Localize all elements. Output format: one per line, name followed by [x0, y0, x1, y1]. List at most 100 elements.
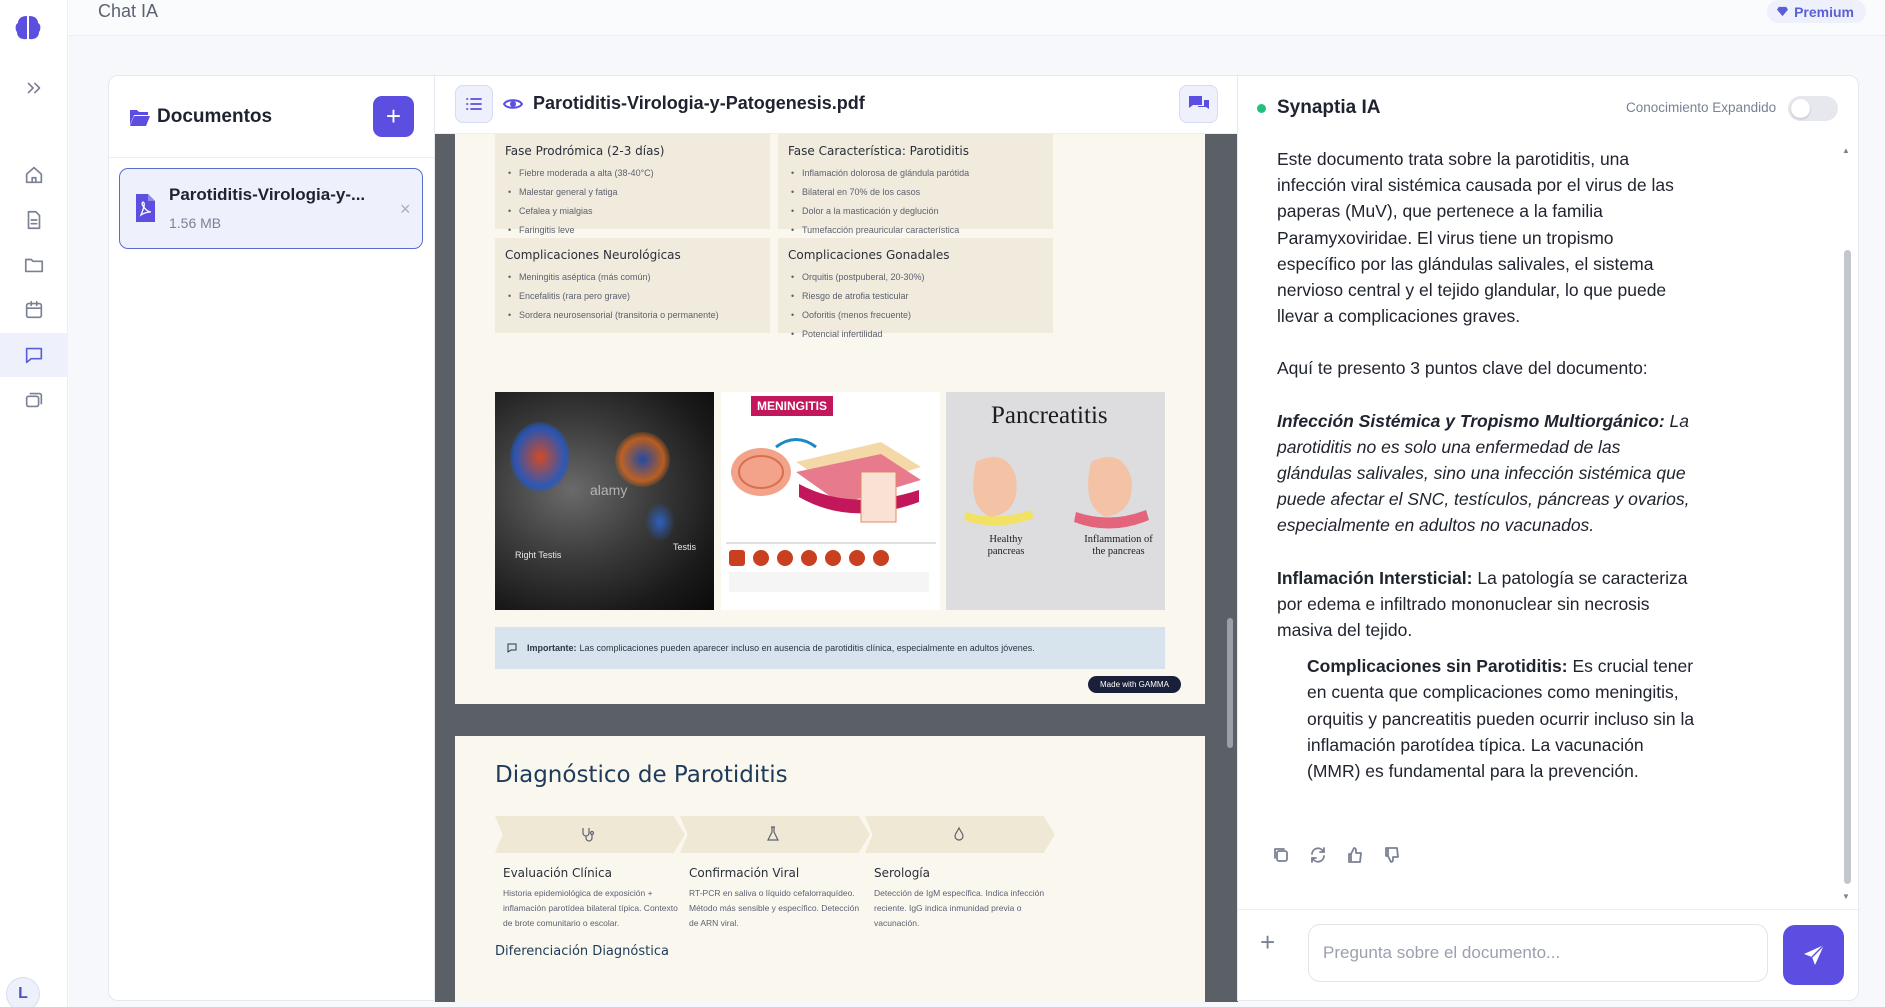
copy-icon	[1274, 848, 1288, 862]
thumbs-up-button[interactable]	[1343, 843, 1367, 867]
premium-label: Premium	[1794, 3, 1854, 20]
documents-header: Documentos +	[109, 76, 435, 158]
nav-documents[interactable]	[0, 198, 68, 242]
nav-home[interactable]	[0, 153, 68, 197]
viewer-scrollbar[interactable]	[1226, 138, 1234, 998]
info-box-title: Fase Prodrómica (2-3 días)	[505, 144, 665, 158]
page-subheading: Diferenciación Diagnóstica	[495, 944, 669, 959]
info-box-title: Complicaciones Gonadales	[788, 248, 950, 262]
user-avatar[interactable]: L	[6, 977, 40, 1007]
meningitis-infographic: MENINGITIS	[721, 392, 940, 610]
nav-folders[interactable]	[0, 243, 68, 287]
send-icon	[1803, 944, 1825, 965]
regenerate-button[interactable]	[1306, 843, 1330, 867]
ultrasound-image: Right Testis Testis alamy	[495, 392, 714, 610]
step-text: Historia epidemiológica de exposición + …	[503, 888, 678, 928]
list-icon	[466, 98, 482, 110]
chevrons-right-icon	[27, 82, 41, 94]
page-heading: Diagnóstico de Parotiditis	[495, 762, 788, 788]
copy-button[interactable]	[1269, 843, 1293, 867]
chat-bubbles-icon	[1188, 96, 1209, 109]
ultrasound-label-left: Right Testis	[515, 550, 562, 560]
pdf-viewer: Parotiditis-Virologia-y-Patogenesis.pdf …	[434, 75, 1238, 1002]
info-box-item: Sordera neurosensorial (transitoria o pe…	[505, 306, 760, 325]
info-box-item: Malestar general y fatiga	[505, 183, 760, 202]
point-title: Infección Sistémica y Tropismo Multiorgá…	[1277, 410, 1665, 431]
gamma-badge[interactable]: Made with GAMMA	[1088, 676, 1181, 693]
documents-title: Documentos	[157, 106, 273, 127]
pdf-icon	[136, 194, 155, 222]
pancreas-illustration	[964, 457, 1149, 529]
expand-sidebar-button[interactable]	[0, 66, 68, 110]
brain-logo-icon[interactable]	[13, 13, 43, 43]
important-note: Importante: Las complicaciones pueden ap…	[495, 627, 1165, 669]
flask-icon	[767, 826, 779, 841]
attach-button[interactable]: +	[1260, 927, 1275, 958]
ultrasound-watermark: alamy	[590, 482, 628, 498]
info-box-item: Dolor a la masticación y deglución	[788, 202, 1043, 221]
info-box: Fase Característica: Parotiditis Inflama…	[778, 134, 1053, 240]
info-box-item: Meningitis aséptica (más común)	[505, 268, 760, 287]
info-box: Complicaciones Neurológicas Meningitis a…	[495, 238, 770, 333]
pdf-pages-area[interactable]: Fase Prodrómica (2-3 días) Fiebre modera…	[435, 134, 1238, 1002]
calendar-icon	[25, 300, 43, 319]
message-lead: Aquí te presento 3 puntos clave del docu…	[1277, 358, 1648, 379]
page-title: Chat IA	[98, 1, 159, 21]
point-title: Inflamación Intersticial:	[1277, 567, 1473, 588]
send-button[interactable]	[1783, 925, 1844, 985]
thumbs-up-icon	[1348, 847, 1362, 863]
step-title: Confirmación Viral	[689, 866, 800, 880]
ultrasound-label-right: Testis	[673, 542, 697, 552]
viewer-file-name: Parotiditis-Virologia-y-Patogenesis.pdf	[533, 93, 865, 113]
folder-open-icon	[130, 110, 150, 126]
chat-scrollbar-thumb[interactable]	[1844, 250, 1851, 884]
chat-title: Synaptia IA	[1277, 97, 1381, 118]
inflamed-pancreas-label: Inflammation of the pancreas	[1084, 534, 1153, 557]
step-title: Serología	[874, 866, 930, 880]
point-title: Complicaciones sin Parotiditis:	[1307, 656, 1568, 677]
toggle-knob	[1791, 99, 1810, 118]
remove-document-button[interactable]: ×	[400, 199, 411, 220]
message-actions	[1269, 843, 1404, 867]
assistant-message: Este documento trata sobre la parotiditi…	[1277, 146, 1697, 784]
home-icon	[25, 166, 43, 184]
thumbs-down-button[interactable]	[1380, 843, 1404, 867]
nav-cards[interactable]	[0, 378, 68, 422]
info-box: Fase Prodrómica (2-3 días) Fiebre modera…	[495, 134, 770, 240]
document-icon	[27, 210, 41, 230]
viewer-scrollbar-thumb[interactable]	[1227, 618, 1233, 748]
documents-panel: Documentos + Parotiditis-Virologia-y-...…	[108, 75, 435, 1001]
note-text: Las complicaciones pueden aparecer inclu…	[579, 643, 1035, 653]
eye-icon	[503, 99, 523, 109]
premium-badge[interactable]: Premium	[1767, 0, 1866, 23]
pdf-page: Fase Prodrómica (2-3 días) Fiebre modera…	[455, 134, 1205, 704]
info-box-title: Fase Característica: Parotiditis	[788, 144, 970, 158]
expanded-knowledge-label: Conocimiento Expandido	[1626, 100, 1777, 115]
left-rail: L	[0, 0, 68, 1007]
outline-button[interactable]	[455, 85, 493, 123]
add-document-button[interactable]: +	[373, 96, 414, 137]
toggle-chat-button[interactable]	[1179, 85, 1218, 123]
note-icon	[507, 643, 517, 653]
scroll-up-arrow[interactable]: ▲	[1842, 146, 1850, 155]
nav-calendar[interactable]	[0, 288, 68, 332]
healthy-pancreas-label: Healthy pancreas	[987, 534, 1025, 557]
cards-icon	[25, 392, 43, 408]
question-input[interactable]	[1308, 924, 1768, 982]
status-dot	[1257, 104, 1266, 113]
info-box-item: Fiebre moderada a alta (38-40°C)	[505, 164, 760, 183]
pancreatitis-image: Pancreatitis Healthy pancreas Inflammati…	[946, 392, 1165, 610]
nav-chat[interactable]	[0, 333, 68, 377]
message-intro: Este documento trata sobre la parotiditi…	[1277, 149, 1674, 327]
thumbs-down-icon	[1385, 847, 1399, 863]
info-box-item: Bilateral en 70% de los casos	[788, 183, 1043, 202]
info-box-item: Riesgo de atrofia testicular	[788, 287, 1043, 306]
expanded-knowledge-toggle[interactable]	[1788, 96, 1838, 121]
scroll-down-arrow[interactable]: ▼	[1842, 892, 1850, 901]
chat-scrollbar[interactable]: ▲ ▼	[1842, 146, 1852, 904]
chat-header: Synaptia IA Conocimiento Expandido	[1238, 76, 1858, 138]
chat-panel: Synaptia IA Conocimiento Expandido Este …	[1237, 75, 1859, 1001]
drop-icon	[954, 826, 964, 841]
document-item[interactable]: Parotiditis-Virologia-y-... 1.56 MB ×	[119, 168, 423, 249]
folder-icon	[24, 258, 44, 273]
